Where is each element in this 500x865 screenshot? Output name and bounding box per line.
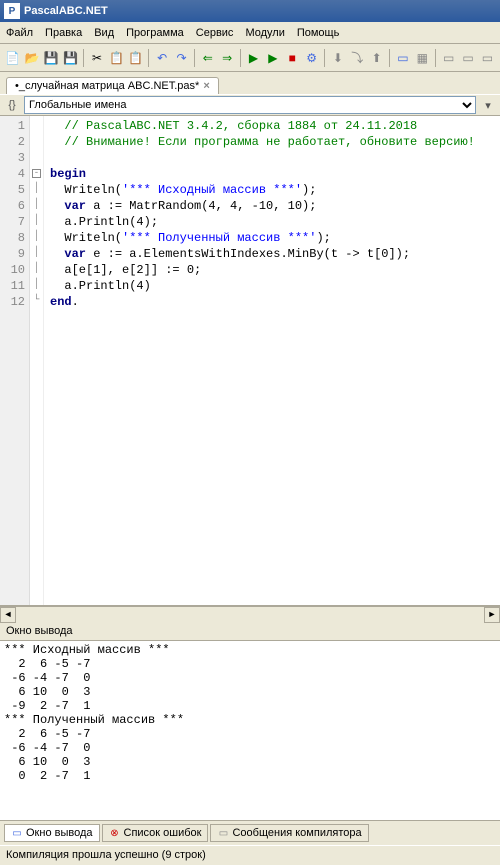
output-panel-title: Окно вывода — [0, 622, 500, 641]
scope-bar: {} Глобальные имена ▾ — [0, 94, 500, 116]
window-title: PascalABC.NET — [24, 5, 108, 17]
errors-tab-icon: ⊗ — [109, 827, 121, 839]
undo-icon[interactable]: ↶ — [153, 49, 170, 67]
save-icon[interactable]: 💾 — [43, 49, 60, 67]
code-editor[interactable]: 123456789101112 - │││││││└ // PascalABC.… — [0, 116, 500, 606]
tool2-icon[interactable]: ▭ — [459, 49, 476, 67]
title-bar: P PascalABC.NET — [0, 0, 500, 22]
horizontal-scrollbar[interactable]: ◄ ► — [0, 606, 500, 622]
menu-service[interactable]: Сервис — [196, 27, 234, 39]
tab-errors[interactable]: ⊗ Список ошибок — [102, 824, 209, 842]
close-tab-icon[interactable]: × — [203, 80, 209, 92]
layout-icon[interactable]: ▦ — [414, 49, 431, 67]
scroll-right-icon[interactable]: ► — [484, 607, 500, 623]
step-into-icon[interactable]: ⬇ — [329, 49, 346, 67]
paste-icon[interactable]: 📋 — [127, 49, 144, 67]
compiler-tab-icon: ▭ — [217, 827, 229, 839]
menu-bar: Файл Правка Вид Программа Сервис Модули … — [0, 22, 500, 44]
fold-toggle-icon[interactable]: - — [32, 169, 41, 178]
run-debug-icon[interactable]: ▶ — [264, 49, 281, 67]
app-icon: P — [4, 3, 20, 19]
scope-braces-icon: {} — [4, 97, 20, 113]
nav-back-icon[interactable]: ⇐ — [199, 49, 216, 67]
scope-select[interactable]: Глобальные имена — [24, 96, 476, 114]
code-area[interactable]: // PascalABC.NET 3.4.2, сборка 1884 от 2… — [44, 116, 500, 605]
stop-icon[interactable]: ■ — [284, 49, 301, 67]
run-icon[interactable]: ▶ — [245, 49, 262, 67]
open-file-icon[interactable]: 📂 — [23, 49, 40, 67]
menu-file[interactable]: Файл — [6, 27, 33, 39]
cut-icon[interactable]: ✂ — [88, 49, 105, 67]
output-tab-icon: ▭ — [11, 827, 23, 839]
file-tab[interactable]: •_случайная матрица ABC.NET.pas* × — [6, 77, 219, 94]
line-gutter: 123456789101112 — [0, 116, 30, 605]
output-panel[interactable]: *** Исходный массив *** 2 6 -5 -7 -6 -4 … — [0, 641, 500, 821]
tab-strip: •_случайная матрица ABC.NET.pas* × — [0, 72, 500, 94]
menu-view[interactable]: Вид — [94, 27, 114, 39]
menu-help[interactable]: Помощь — [297, 27, 340, 39]
bottom-tab-strip: ▭ Окно вывода ⊗ Список ошибок ▭ Сообщени… — [0, 821, 500, 845]
menu-edit[interactable]: Правка — [45, 27, 82, 39]
copy-icon[interactable]: 📋 — [108, 49, 125, 67]
compile-icon[interactable]: ⚙ — [303, 49, 320, 67]
form-icon[interactable]: ▭ — [394, 49, 411, 67]
tool3-icon[interactable]: ▭ — [479, 49, 496, 67]
menu-program[interactable]: Программа — [126, 27, 184, 39]
scroll-left-icon[interactable]: ◄ — [0, 607, 16, 623]
tool1-icon[interactable]: ▭ — [440, 49, 457, 67]
new-file-icon[interactable]: 📄 — [4, 49, 21, 67]
tab-output[interactable]: ▭ Окно вывода — [4, 824, 100, 842]
toolbar: 📄 📂 💾 💾 ✂ 📋 📋 ↶ ↷ ⇐ ⇒ ▶ ▶ ■ ⚙ ⬇ ⤵ ⬆ ▭ ▦ … — [0, 44, 500, 72]
step-over-icon[interactable]: ⤵ — [349, 49, 366, 67]
menu-modules[interactable]: Модули — [245, 27, 284, 39]
nav-fwd-icon[interactable]: ⇒ — [219, 49, 236, 67]
step-out-icon[interactable]: ⬆ — [368, 49, 385, 67]
status-bar: Компиляция прошла успешно (9 строк) — [0, 845, 500, 865]
tab-label: •_случайная матрица ABC.NET.pas* — [15, 80, 199, 92]
fold-gutter: - │││││││└ — [30, 116, 44, 605]
redo-icon[interactable]: ↷ — [173, 49, 190, 67]
save-all-icon[interactable]: 💾 — [62, 49, 79, 67]
scope-dropdown-icon[interactable]: ▾ — [480, 97, 496, 113]
tab-compiler[interactable]: ▭ Сообщения компилятора — [210, 824, 368, 842]
